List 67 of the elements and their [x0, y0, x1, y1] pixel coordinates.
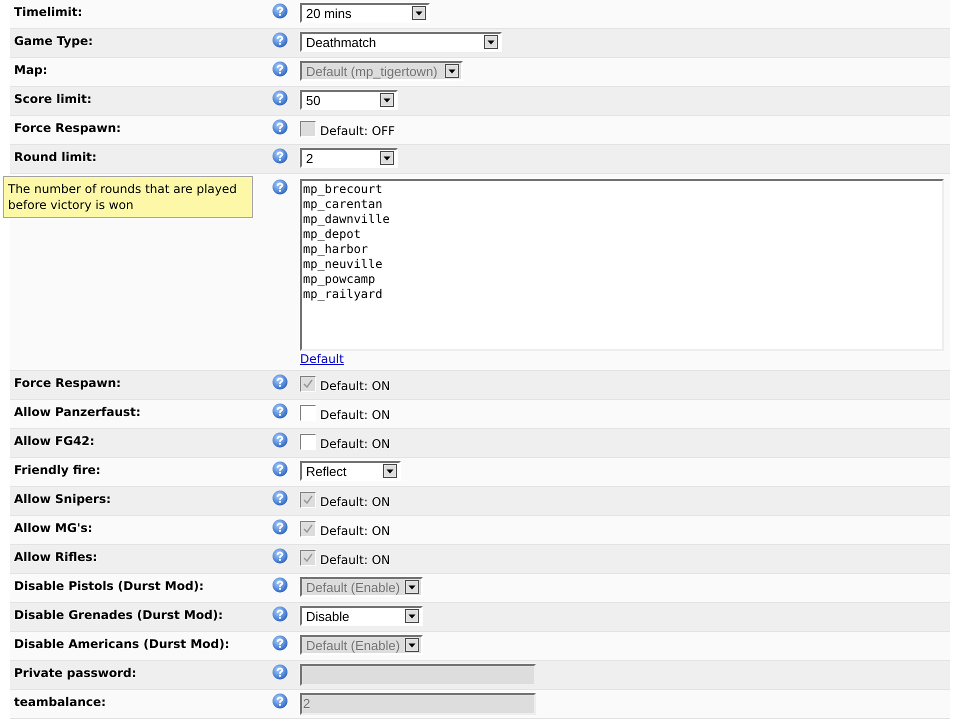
help-icon[interactable] — [272, 577, 288, 593]
setting-label: Allow MG's: — [14, 521, 92, 535]
help-icon[interactable] — [272, 90, 288, 106]
checkbox-label: Default: ON — [320, 554, 390, 566]
dropdown[interactable]: Reflect — [300, 461, 401, 481]
setting-label: Private password: — [14, 666, 136, 680]
checkbox-label: Default: ON — [320, 438, 390, 450]
help-icon[interactable] — [272, 548, 288, 564]
default-link[interactable]: Default — [300, 352, 344, 366]
setting-label: Game Type: — [14, 34, 93, 48]
checkmark-icon — [301, 493, 315, 507]
checkmark-icon — [301, 522, 315, 536]
help-icon[interactable] — [272, 693, 288, 709]
help-icon[interactable] — [272, 61, 288, 77]
help-icon[interactable] — [272, 179, 288, 195]
help-icon[interactable] — [272, 664, 288, 680]
help-icon[interactable] — [272, 461, 288, 477]
setting-label: Disable Americans (Durst Mod): — [14, 637, 230, 651]
setting-label: Friendly fire: — [14, 463, 101, 477]
checkmark-icon — [301, 551, 315, 565]
dropdown[interactable]: Disable — [300, 606, 423, 626]
checkbox-label: Default: OFF — [320, 125, 395, 137]
help-icon[interactable] — [272, 519, 288, 535]
checkmark-icon — [301, 377, 315, 391]
map-list-item[interactable]: mp_powcamp — [303, 272, 376, 287]
help-icon[interactable] — [272, 635, 288, 651]
map-list-item[interactable]: mp_carentan — [303, 197, 382, 212]
help-icon[interactable] — [272, 606, 288, 622]
help-icon[interactable] — [272, 32, 288, 48]
dropdown[interactable]: 2 — [300, 148, 398, 168]
help-icon[interactable] — [272, 403, 288, 419]
dropdown[interactable]: Deathmatch — [300, 32, 502, 52]
map-list-item[interactable]: mp_railyard — [303, 287, 382, 302]
tooltip: The number of rounds that are played before victory is won — [3, 176, 253, 218]
checkbox[interactable] — [300, 405, 316, 421]
help-icon[interactable] — [272, 148, 288, 164]
map-list-item[interactable]: mp_neuville — [303, 257, 382, 272]
map-list-item[interactable]: mp_harbor — [303, 242, 368, 257]
setting-label: Allow Snipers: — [14, 492, 111, 506]
help-icon[interactable] — [272, 3, 288, 19]
setting-label: Force Respawn: — [14, 376, 121, 390]
setting-label: teambalance: — [14, 695, 106, 709]
setting-label: Allow Panzerfaust: — [14, 405, 141, 419]
checkbox[interactable] — [300, 434, 316, 450]
setting-label: Disable Grenades (Durst Mod): — [14, 608, 223, 622]
map-list-item[interactable]: mp_dawnville — [303, 212, 390, 227]
help-icon[interactable] — [272, 490, 288, 506]
setting-label: Timelimit: — [14, 5, 82, 19]
checkbox-label: Default: ON — [320, 525, 390, 537]
checkbox-label: Default: ON — [320, 409, 390, 421]
map-list-item[interactable]: mp_brecourt — [303, 182, 382, 197]
setting-label: Allow FG42: — [14, 434, 95, 448]
map-list[interactable]: mp_brecourt mp_carentan mp_dawnville mp_depot mp_harbor mp_neuville mp_powcamp mp_railyard — [300, 179, 944, 351]
setting-label: Score limit: — [14, 92, 92, 106]
setting-label: Force Respawn: — [14, 121, 121, 135]
map-list-item[interactable]: mp_depot — [303, 227, 361, 242]
setting-label: Allow Rifles: — [14, 550, 98, 564]
dropdown[interactable]: 50 — [300, 90, 398, 110]
setting-label: Map: — [14, 63, 48, 77]
help-icon[interactable] — [272, 374, 288, 390]
help-icon[interactable] — [272, 119, 288, 135]
setting-label: Disable Pistols (Durst Mod): — [14, 579, 204, 593]
help-icon[interactable] — [272, 432, 288, 448]
checkbox-label: Default: ON — [320, 496, 390, 508]
setting-label: Round limit: — [14, 150, 97, 164]
dropdown[interactable]: 20 mins — [300, 3, 430, 23]
checkbox-label: Default: ON — [320, 380, 390, 392]
